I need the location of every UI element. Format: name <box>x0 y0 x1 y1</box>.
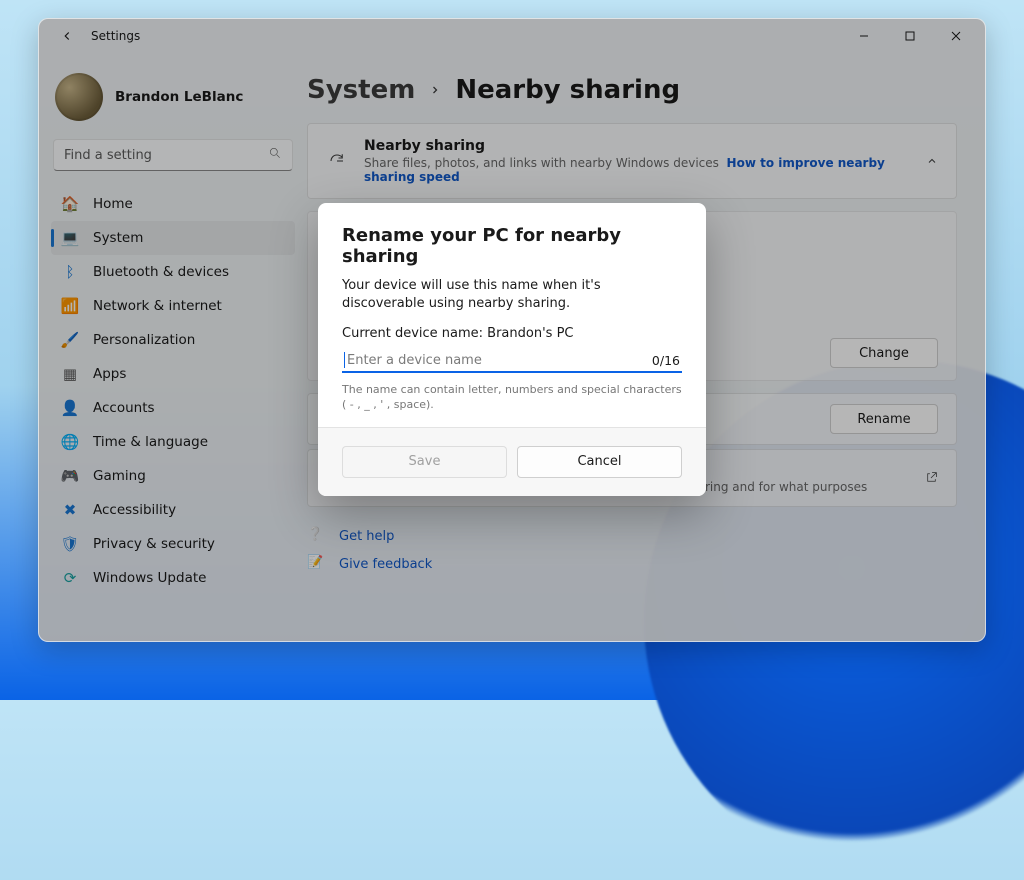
char-counter: 0/16 <box>652 353 680 368</box>
dialog-footer: Save Cancel <box>318 427 706 496</box>
modal-backdrop: Rename your PC for nearby sharing Your d… <box>39 19 985 641</box>
save-button[interactable]: Save <box>342 446 507 478</box>
input-placeholder: Enter a device name <box>347 353 652 368</box>
settings-window: Settings Brandon LeBlanc Find a setting … <box>38 18 986 642</box>
dialog-description: Your device will use this name when it's… <box>342 277 682 312</box>
dialog-title: Rename your PC for nearby sharing <box>342 225 682 267</box>
text-cursor <box>344 352 345 368</box>
input-hint: The name can contain letter, numbers and… <box>342 383 682 413</box>
rename-pc-dialog: Rename your PC for nearby sharing Your d… <box>318 203 706 496</box>
device-name-input[interactable]: Enter a device name 0/16 <box>342 349 682 373</box>
dialog-current-name: Current device name: Brandon's PC <box>342 326 682 341</box>
cancel-button[interactable]: Cancel <box>517 446 682 478</box>
